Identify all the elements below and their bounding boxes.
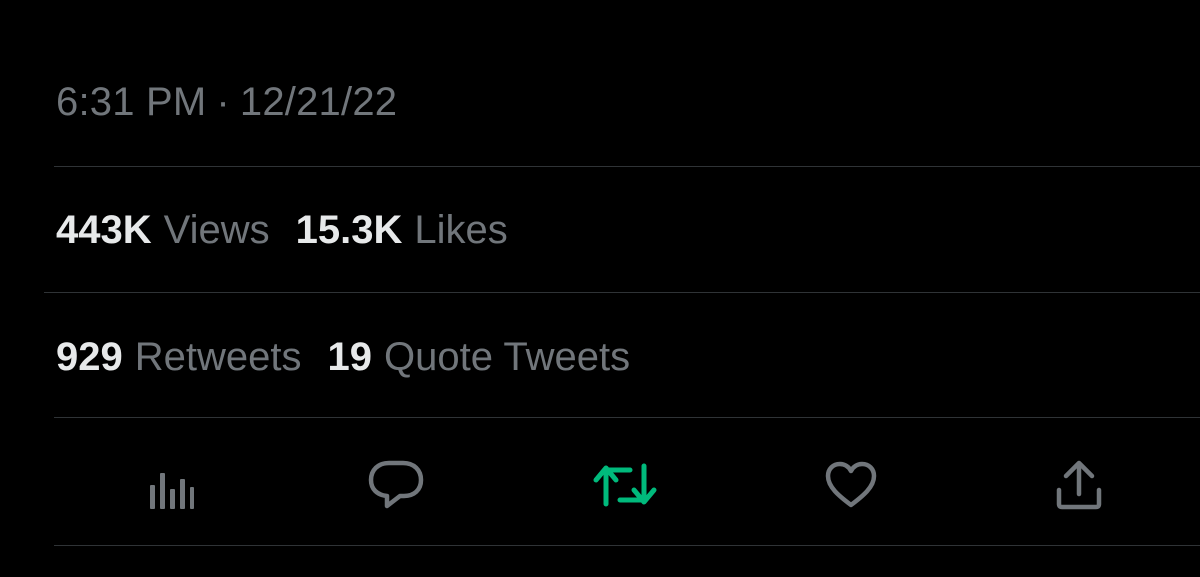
views-stat[interactable]: 443K Views: [56, 208, 270, 253]
divider: [54, 545, 1200, 546]
share-icon: [1056, 460, 1102, 510]
like-button[interactable]: [816, 450, 886, 520]
likes-count: 15.3K: [295, 207, 403, 252]
divider: [54, 417, 1200, 418]
retweets-count: 929: [56, 334, 123, 379]
reply-button[interactable]: [361, 450, 431, 520]
heart-icon: [825, 461, 877, 508]
tweet-timestamp[interactable]: 6:31 PM · 12/21/22: [56, 74, 397, 130]
views-count: 443K: [56, 207, 152, 252]
divider: [44, 292, 1200, 293]
retweet-icon: [593, 463, 657, 507]
retweet-button[interactable]: [590, 450, 660, 520]
timestamp-separator: ·: [216, 79, 230, 124]
bar-chart-icon: [150, 473, 194, 509]
quote-tweets-label: Quote Tweets: [384, 334, 631, 379]
tweet-action-bar: [0, 440, 1200, 530]
quote-tweets-count: 19: [327, 334, 373, 379]
likes-label: Likes: [414, 207, 508, 252]
divider: [54, 166, 1200, 167]
tweet-time: 6:31 PM: [56, 79, 207, 124]
quote-tweets-stat[interactable]: 19 Quote Tweets: [328, 335, 631, 380]
speech-bubble-icon: [368, 460, 424, 509]
retweets-label: Retweets: [134, 334, 302, 379]
engagement-stats-row: 443K Views 15.3K Likes: [56, 202, 534, 258]
share-stats-row: 929 Retweets 19 Quote Tweets: [56, 329, 656, 385]
tweet-date: 12/21/22: [239, 79, 398, 124]
likes-stat[interactable]: 15.3K Likes: [296, 208, 508, 253]
views-label: Views: [163, 207, 270, 252]
share-button[interactable]: [1044, 450, 1114, 520]
views-analytics-button[interactable]: [135, 452, 205, 522]
retweets-stat[interactable]: 929 Retweets: [56, 335, 302, 380]
